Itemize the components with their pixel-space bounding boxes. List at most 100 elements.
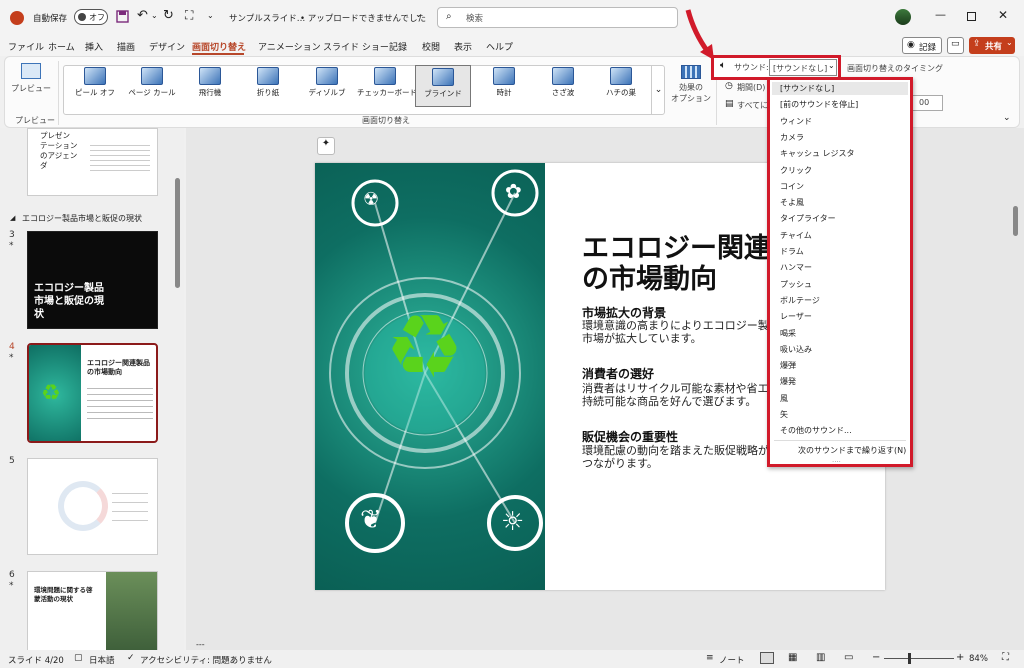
transition-origami[interactable]: 折り紙: [240, 65, 296, 107]
canvas-scrollbar[interactable]: [1013, 206, 1018, 236]
sound-option[interactable]: チャイム: [780, 230, 812, 241]
sound-option[interactable]: 矢: [780, 409, 788, 420]
slide-thumbnail-4[interactable]: ♻ エコロジー関連製品 の市場動向: [27, 343, 158, 443]
designer-button[interactable]: ✦: [317, 137, 335, 155]
sound-option[interactable]: ウィンド: [780, 116, 812, 127]
comments-button[interactable]: ▭: [947, 37, 964, 54]
tab-insert[interactable]: 挿入: [85, 40, 103, 53]
sound-option[interactable]: カメラ: [780, 132, 804, 143]
reading-view-icon[interactable]: ▥: [816, 652, 825, 663]
transition-ripple[interactable]: さざ波: [535, 65, 591, 107]
document-title[interactable]: サンプルスライド…: [229, 12, 305, 24]
sound-option[interactable]: 風: [780, 393, 788, 404]
zoom-level[interactable]: 84%: [969, 654, 988, 664]
section-collapse-icon[interactable]: ◢: [10, 214, 15, 222]
transition-page-curl[interactable]: ページ カール: [124, 65, 180, 107]
sound-option[interactable]: ボルテージ: [780, 295, 820, 306]
advance-time-spinner[interactable]: 00: [910, 95, 943, 111]
transition-dissolve[interactable]: ディゾルブ: [299, 65, 355, 107]
tab-animations[interactable]: アニメーション: [258, 40, 321, 53]
tab-help[interactable]: ヘルプ: [486, 40, 513, 53]
tab-transitions[interactable]: 画面切り替え: [192, 40, 246, 53]
slide-sorter-icon[interactable]: ▦: [788, 652, 797, 663]
transition-airplane[interactable]: 飛行機: [182, 65, 238, 107]
section-title[interactable]: エコロジー製品市場と販促の現状: [22, 213, 142, 224]
record-button[interactable]: ◉ 記録: [902, 37, 942, 54]
gallery-more-icon: ⌄: [654, 85, 663, 95]
fit-to-window-icon[interactable]: ⛶: [1002, 652, 1009, 663]
sound-option[interactable]: そよ風: [780, 197, 804, 208]
panel-scrollbar[interactable]: [175, 178, 180, 288]
upload-status-caret[interactable]: ⌄: [415, 10, 422, 20]
search-box[interactable]: ⌕ 検索: [437, 7, 678, 28]
zoom-slider[interactable]: [884, 658, 954, 659]
sound-option[interactable]: [サウンドなし]: [780, 83, 834, 94]
preview-button[interactable]: プレビュー: [11, 63, 51, 103]
transition-honeycomb[interactable]: ハチの巣: [593, 65, 649, 107]
zoom-slider-thumb[interactable]: [908, 653, 911, 664]
undo-dropdown-icon[interactable]: ⌄: [151, 11, 158, 20]
minimize-icon[interactable]: —: [935, 8, 946, 21]
transition-clock[interactable]: 時計: [476, 65, 532, 107]
tab-review[interactable]: 校閲: [422, 40, 440, 53]
slide-thumbnail-3[interactable]: エコロジー製品 市場と販促の現 状: [27, 231, 158, 329]
presentation-start-icon[interactable]: ⛶: [185, 8, 193, 23]
tab-slideshow[interactable]: スライド ショー: [323, 40, 389, 53]
zoom-in-icon[interactable]: +: [956, 652, 964, 663]
sound-option[interactable]: ハンマー: [780, 262, 812, 273]
qat-customize-icon[interactable]: ⌄: [207, 11, 214, 20]
slideshow-icon[interactable]: ▭: [844, 652, 853, 663]
maximize-icon[interactable]: [967, 12, 976, 21]
sound-option[interactable]: ドラム: [780, 246, 804, 257]
tab-home[interactable]: ホーム: [48, 40, 75, 53]
sound-option[interactable]: プッシュ: [780, 279, 812, 290]
upload-status[interactable]: • アップロードできませんでした: [300, 12, 426, 24]
effect-options-button[interactable]: 効果の オプション: [669, 63, 713, 111]
tab-record[interactable]: 記録: [389, 40, 407, 53]
spellcheck-icon[interactable]: ▢: [74, 653, 83, 663]
ribbon-collapse-icon[interactable]: ⌄: [1003, 113, 1011, 123]
sound-option[interactable]: キャッシュ レジスタ: [780, 148, 855, 159]
normal-view-icon[interactable]: [760, 652, 774, 664]
zoom-out-icon[interactable]: −: [872, 652, 880, 663]
gallery-more-button[interactable]: ⌄: [651, 65, 665, 115]
notes-button[interactable]: ノート: [719, 654, 745, 666]
slide-thumbnail-5[interactable]: [27, 458, 158, 555]
tab-file[interactable]: ファイル: [8, 40, 44, 53]
dropdown-resize-grip[interactable]: ....: [832, 456, 841, 464]
transition-blinds[interactable]: ブラインド: [415, 65, 471, 107]
notes-icon[interactable]: ≡: [706, 653, 714, 663]
tab-design[interactable]: デザイン: [149, 40, 185, 53]
sound-value-box[interactable]: [サウンドなし] ⌄: [769, 59, 837, 76]
slide-thumbnail-6[interactable]: 環境問題に関する啓 蒙活動の現状: [27, 571, 158, 651]
sound-option[interactable]: その他のサウンド...: [780, 425, 852, 436]
undo-icon[interactable]: ↶: [137, 8, 148, 23]
accessibility-icon[interactable]: ✓: [127, 653, 135, 663]
sound-option[interactable]: [前のサウンドを停止]: [780, 99, 858, 110]
sound-option[interactable]: タイプライター: [780, 213, 836, 224]
transition-label: チェッカーボード: [357, 88, 417, 97]
sound-loop-option[interactable]: 次のサウンドまで繰り返す(N): [798, 445, 906, 456]
sound-option[interactable]: 喝采: [780, 328, 796, 339]
sound-select[interactable]: 🔈︎ サウンド: [サウンドなし] ⌄: [716, 59, 838, 77]
slide-thumbnail-2[interactable]: プレゼン テーション のアジェン ダ: [27, 128, 158, 196]
sound-option[interactable]: クリック: [780, 165, 812, 176]
autosave-toggle[interactable]: オフ: [74, 9, 108, 25]
sound-option[interactable]: 爆発: [780, 376, 796, 387]
close-icon[interactable]: ✕: [998, 8, 1008, 22]
sound-option[interactable]: 吸い込み: [780, 344, 812, 355]
transition-peel-off[interactable]: ピール オフ: [67, 65, 123, 107]
language-indicator[interactable]: 日本語: [89, 654, 115, 666]
tab-view[interactable]: 表示: [454, 40, 472, 53]
transition-checkerboard[interactable]: チェッカーボード: [357, 65, 417, 107]
save-icon[interactable]: [116, 10, 129, 23]
share-button[interactable]: ⇪ 共有 ⌄: [969, 37, 1015, 54]
user-avatar[interactable]: [895, 9, 911, 25]
sound-option[interactable]: 爆弾: [780, 360, 796, 371]
sound-option[interactable]: コイン: [780, 181, 804, 192]
sound-option[interactable]: レーザー: [780, 311, 812, 322]
redo-icon[interactable]: ↻: [163, 8, 174, 23]
apply-all-label[interactable]: すべてに: [737, 100, 768, 111]
tab-draw[interactable]: 描画: [117, 40, 135, 53]
accessibility-status[interactable]: アクセシビリティ: 問題ありません: [140, 654, 272, 666]
